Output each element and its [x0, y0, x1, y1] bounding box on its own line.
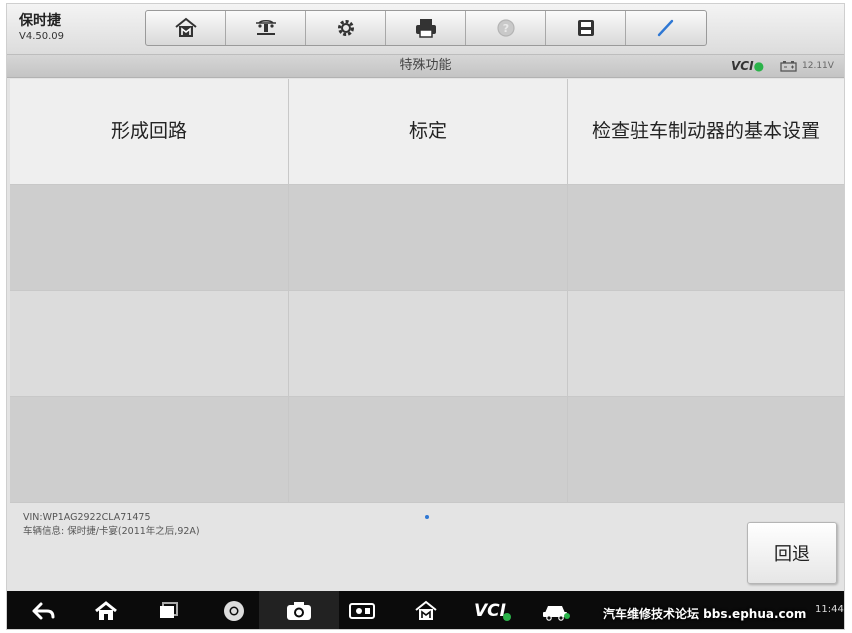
empty-tile: [289, 291, 568, 397]
nav-app-home-button[interactable]: [403, 591, 449, 629]
function-tile-loop[interactable]: 形成回路: [10, 79, 289, 185]
empty-tile: [10, 291, 289, 397]
back-arrow-icon: [32, 602, 55, 620]
vci-status-label: VCI: [731, 59, 754, 73]
printer-icon: [415, 19, 436, 38]
battery-voltage: 12.11V: [802, 61, 834, 71]
app-name: 保时捷: [19, 13, 61, 29]
settings-button[interactable]: [306, 11, 386, 45]
chrome-icon: [224, 601, 244, 621]
help-icon: ?: [496, 19, 515, 37]
android-nav-bar: VCI 11:44 汽车维修技术论坛 bbs.ephua.com: [7, 591, 844, 629]
status-clock: 11:44: [815, 604, 844, 615]
function-label: 标定: [408, 120, 447, 142]
car-icon: [543, 606, 570, 621]
vci-nav-icon: VCI: [474, 601, 511, 621]
page-indicator: [425, 515, 429, 519]
camera-icon: [287, 602, 311, 620]
function-tile-parking-brake-setup[interactable]: 检查驻车制动器的基本设置: [568, 79, 844, 185]
print-button[interactable]: [386, 11, 466, 45]
vci-connected-dot: [502, 613, 511, 621]
nav-brightness-button[interactable]: [339, 591, 385, 629]
brand: 保时捷 V4.50.09: [19, 12, 64, 44]
top-app-bar: 保时捷 V4.50.09 ?: [7, 4, 844, 54]
empty-tile: [568, 397, 844, 503]
nav-vehicle-button[interactable]: [533, 591, 579, 629]
app-version: V4.50.09: [19, 31, 65, 42]
empty-tile: [289, 185, 568, 291]
nav-vci-button[interactable]: VCI: [467, 591, 513, 629]
recent-apps-icon: [160, 602, 178, 618]
home-m-icon: [174, 17, 197, 37]
nav-home-button[interactable]: [83, 591, 129, 629]
vehicle-info-text: 车辆信息: 保时捷/卡宴(2011年之后,92A): [23, 526, 200, 537]
help-button[interactable]: ?: [466, 11, 546, 45]
empty-tile: [10, 397, 289, 503]
gear-icon: [337, 20, 354, 36]
app-window: 保时捷 V4.50.09 ? 特殊功能 VCI● 12.11V 形成回路 标定 …: [6, 3, 845, 630]
empty-tile: [289, 397, 568, 503]
pen-icon: [657, 19, 674, 37]
nav-browser-button[interactable]: [211, 591, 257, 629]
nav-back-button[interactable]: [21, 591, 67, 629]
watermark-text: 汽车维修技术论坛 bbs.ephua.com: [603, 607, 807, 621]
function-grid: 形成回路 标定 检查驻车制动器的基本设置: [10, 79, 844, 503]
back-button[interactable]: 回退: [747, 522, 837, 584]
vehicle-lift-button[interactable]: [226, 11, 306, 45]
vehicle-lift-icon: [255, 19, 276, 35]
nav-recent-apps-button[interactable]: [146, 591, 192, 629]
edit-button[interactable]: [626, 11, 706, 45]
vci-status: VCI●: [731, 59, 764, 73]
toolbar: ?: [145, 10, 707, 46]
empty-tile: [568, 185, 844, 291]
home-m-icon: [415, 600, 437, 620]
empty-tile: [568, 291, 844, 397]
function-tile-calibration[interactable]: 标定: [289, 79, 568, 185]
empty-tile: [10, 185, 289, 291]
vci-connected-icon: ●: [753, 59, 765, 73]
vin-text: VIN:WP1AG2922CLA71475: [23, 512, 151, 523]
function-label: 检查驻车制动器的基本设置: [591, 120, 820, 142]
svg-text:?: ?: [502, 22, 508, 35]
nav-camera-button[interactable]: [259, 591, 339, 629]
save-button[interactable]: [546, 11, 626, 45]
home-button[interactable]: [146, 11, 226, 45]
function-label: 形成回路: [110, 120, 187, 142]
page-title: 特殊功能: [399, 58, 452, 73]
vci-nav-label: VCI: [474, 601, 506, 621]
footer: VIN:WP1AG2922CLA71475 车辆信息: 保时捷/卡宴(2011年…: [7, 504, 844, 591]
title-bar: 特殊功能 VCI● 12.11V: [7, 54, 844, 78]
battery-icon: [780, 61, 797, 72]
save-icon: [577, 20, 594, 36]
home-icon: [95, 601, 117, 620]
brightness-icon: [349, 603, 375, 619]
